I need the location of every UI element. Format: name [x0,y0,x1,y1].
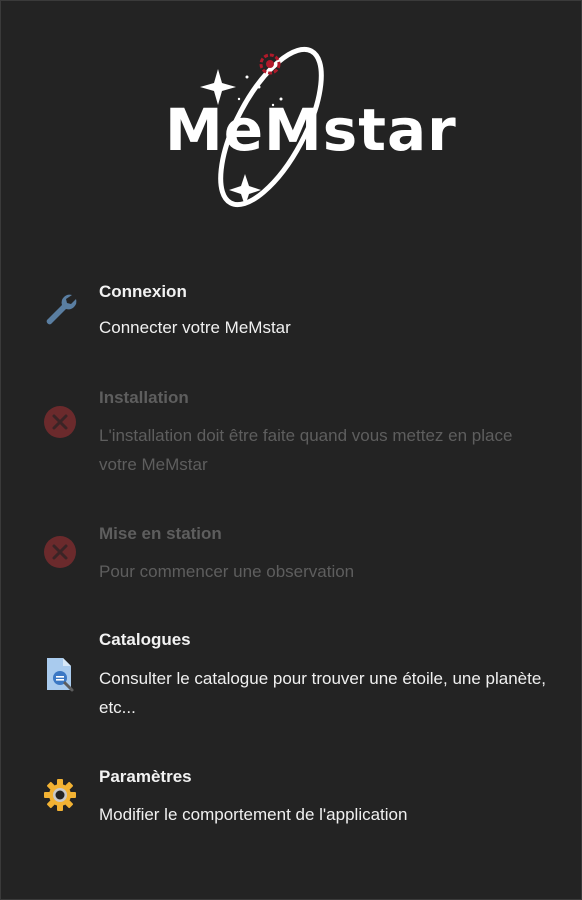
menu-item-description: Consulter le catalogue pour trouver une … [99,669,547,717]
brand-name: MeMstar [165,96,457,164]
app-window: MeMstar Connexion Connecter votre MeMsta… [0,0,582,900]
menu-item-description: Pour commencer une observation [99,562,355,581]
menu-item-description: Connecter votre MeMstar [99,318,291,337]
error-icon [41,403,79,441]
catalog-document-icon [41,656,79,694]
memstar-logo: MeMstar [161,39,456,219]
wrench-icon [41,290,79,328]
menu-item-description: Modifier le comportement de l'applicatio… [99,805,408,824]
menu-item-title: Paramètres [99,767,192,786]
gear-icon [41,776,79,814]
menu-item-title: Installation [99,388,189,407]
menu-item-title: Catalogues [99,630,191,649]
menu-item-title: Mise en station [99,524,222,543]
menu-item-description: L'installation doit être faite quand vou… [99,426,513,474]
menu-item-title: Connexion [99,282,187,301]
error-icon [41,533,79,571]
